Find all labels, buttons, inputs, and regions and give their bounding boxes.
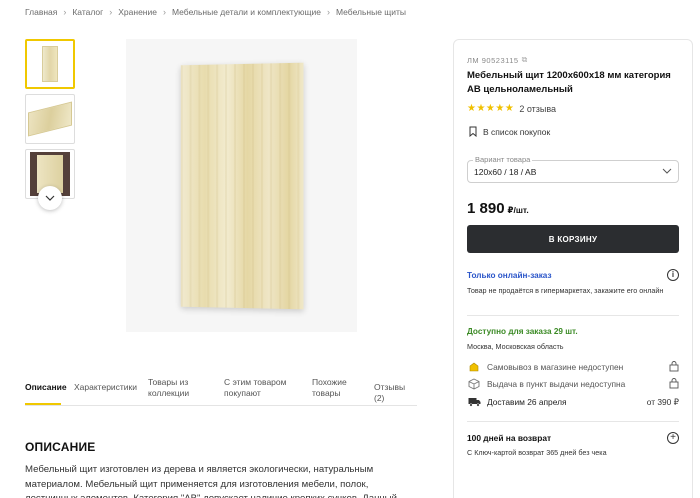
product-rating: ★★★★★ 2 отзыва — [467, 103, 556, 114]
shopping-list-label: В список покупок — [483, 126, 551, 137]
thumbnail-1[interactable] — [25, 39, 75, 89]
price-value: 1 890 — [467, 200, 505, 217]
variant-select[interactable]: Вариант товара 120x60 / 18 / AB — [467, 155, 679, 183]
variant-label: Вариант товара — [473, 155, 533, 164]
delivery-row-courier: Доставим 26 апреля от 390 ₽ — [467, 395, 679, 409]
returns-note: С Ключ-картой возврат 365 дней без чека — [467, 448, 607, 457]
chevron-right-icon: › — [162, 7, 166, 17]
store-pickup-icon — [467, 361, 481, 373]
courier-delivery-price: от 390 ₽ — [646, 397, 679, 407]
divider — [467, 315, 679, 316]
thumbnails-scroll-down-button[interactable] — [38, 186, 62, 210]
lock-icon — [669, 360, 679, 374]
chevron-down-icon — [45, 195, 55, 201]
active-tab-indicator — [25, 403, 61, 405]
tab-characteristics[interactable]: Характеристики — [74, 382, 137, 393]
add-to-cart-button[interactable]: В КОРЗИНУ — [467, 225, 679, 253]
truck-icon — [467, 397, 481, 407]
wood-board-image — [180, 62, 304, 309]
courier-delivery-text: Доставим 26 апреля — [487, 397, 567, 407]
breadcrumb: Главная › Каталог › Хранение › Мебельные… — [25, 7, 406, 17]
box-icon — [467, 378, 481, 390]
tab-collection[interactable]: Товары из коллекции — [148, 377, 208, 399]
price-unit: ₽/шт. — [507, 205, 529, 215]
divider — [467, 421, 679, 422]
breadcrumb-catalog[interactable]: Каталог — [72, 7, 103, 17]
breadcrumb-storage[interactable]: Хранение — [118, 7, 157, 17]
breadcrumb-furniture-boards[interactable]: Мебельные щиты — [336, 7, 406, 17]
delivery-row-pickup-point: Выдача в пункт выдачи недоступна — [467, 377, 679, 391]
rating-stars-icon: ★★★★★ — [467, 103, 515, 114]
expand-plus-icon[interactable]: + — [667, 432, 679, 444]
copy-icon[interactable]: ⧉ — [522, 55, 528, 65]
sku-value: ЛМ 90523115 — [467, 55, 519, 65]
tab-description[interactable]: Описание — [25, 382, 67, 393]
product-tabs: Описание Характеристики Товары из коллек… — [25, 372, 417, 406]
description-text: Мебельный щит изготовлен из дерева и явл… — [25, 464, 397, 498]
breadcrumb-furniture-parts[interactable]: Мебельные детали и комплектующие — [172, 7, 321, 17]
region-link[interactable]: Москва, Московская область — [467, 342, 564, 351]
tab-similar[interactable]: Похожие товары — [312, 377, 357, 399]
thumbnail-list — [25, 39, 75, 204]
thumbnail-2[interactable] — [25, 94, 75, 144]
chevron-right-icon: › — [63, 7, 67, 17]
product-sku: ЛМ 90523115 ⧉ — [467, 55, 528, 65]
delivery-row-store-pickup: Самовывоз в магазине недоступен — [467, 360, 679, 374]
breadcrumb-home[interactable]: Главная — [25, 7, 57, 17]
product-title: Мебельный щит 1200x600x18 мм категория А… — [467, 70, 671, 95]
lock-icon — [669, 377, 679, 391]
availability-title: Доступно для заказа 29 шт. — [467, 327, 578, 336]
description-heading: ОПИСАНИЕ — [25, 440, 96, 454]
pickup-point-text: Выдача в пункт выдачи недоступна — [487, 379, 626, 389]
chevron-down-icon — [662, 168, 672, 174]
chevron-right-icon: › — [109, 7, 113, 17]
variant-value: 120x60 / 18 / AB — [474, 167, 537, 177]
tab-bought-together[interactable]: С этим товаром покупают — [224, 377, 294, 399]
tab-reviews[interactable]: Отзывы (2) — [374, 382, 417, 404]
chevron-right-icon: › — [326, 7, 330, 17]
bookmark-icon — [469, 126, 477, 137]
info-icon[interactable]: i — [667, 269, 679, 281]
reviews-link[interactable]: 2 отзыва — [519, 104, 556, 114]
shopping-list-button[interactable]: В список покупок — [469, 126, 550, 137]
online-only-note: Товар не продаётся в гипермаркетах, зака… — [467, 286, 664, 295]
product-purchase-panel: ЛМ 90523115 ⧉ Мебельный щит 1200x600x18 … — [453, 39, 693, 498]
store-pickup-text: Самовывоз в магазине недоступен — [487, 362, 624, 372]
product-main-image[interactable] — [126, 39, 357, 332]
product-price: 1 890 ₽/шт. — [467, 200, 529, 217]
returns-title: 100 дней на возврат — [467, 433, 552, 443]
online-only-title[interactable]: Только онлайн-заказ — [467, 271, 552, 280]
